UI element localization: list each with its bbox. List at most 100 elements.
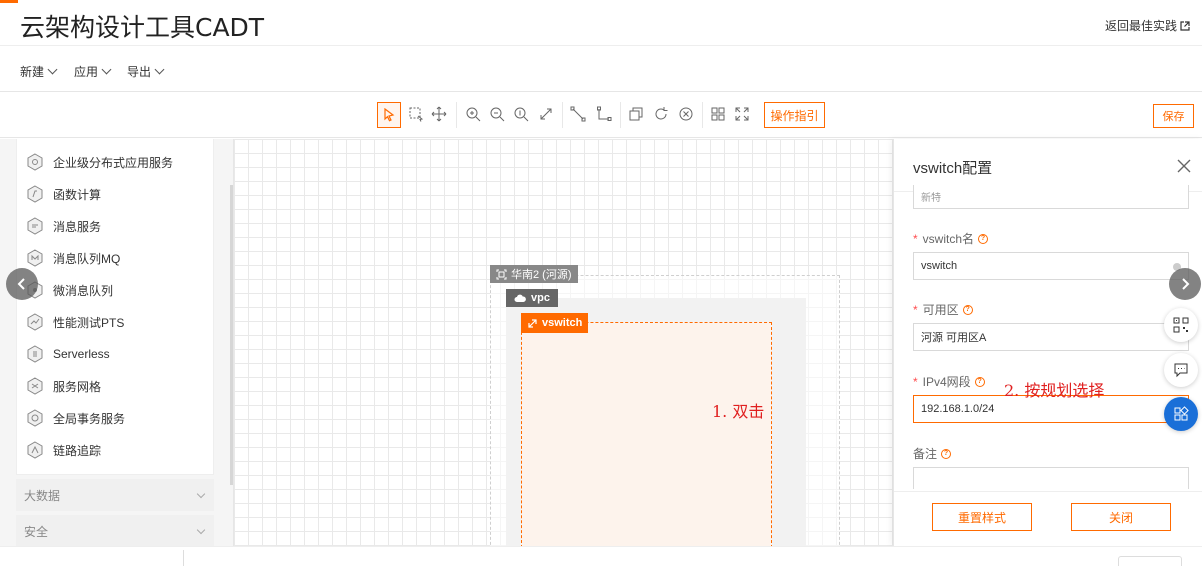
canvas-toolbar (0, 92, 1202, 138)
ipv4-cidr-value: 192.168.1.0/24 (921, 403, 995, 415)
chat-icon (1174, 363, 1188, 378)
sidebar-item-gts[interactable]: 全局事务服务 (25, 403, 125, 433)
vswitch-name-input[interactable]: vswitch (913, 252, 1189, 280)
bottom-divider (183, 550, 184, 566)
zoom-reset-button[interactable] (510, 103, 532, 125)
sidebar-item-serverless[interactable]: Serverless (25, 339, 110, 369)
region-icon (496, 269, 507, 279)
sidebar-item-label: 消息队列MQ (53, 251, 121, 266)
serverless-icon (25, 344, 45, 364)
fit-view-button[interactable] (535, 103, 557, 125)
menu-apply-label: 应用 (74, 65, 99, 79)
sidebar-item-tracing[interactable]: 链路追踪 (25, 435, 101, 465)
sidebar-item-label: 链路追踪 (53, 443, 102, 458)
grid-icon (711, 107, 725, 121)
menu-new[interactable]: 新建 (20, 63, 58, 80)
fullscreen-icon (735, 107, 749, 121)
vswitch-name-label-text: vswitch名 (922, 232, 975, 246)
region-label[interactable]: 华南2 (河源) (490, 265, 578, 283)
panel-close-button[interactable] (1175, 157, 1193, 175)
bottom-action-button[interactable] (1118, 556, 1182, 566)
region-label-text: 华南2 (河源) (511, 269, 572, 281)
help-icon[interactable]: ? (941, 448, 952, 459)
chevron-down-icon (101, 64, 112, 75)
vswitch-container[interactable] (521, 322, 772, 546)
menu-apply[interactable]: 应用 (74, 63, 112, 80)
message-service-icon (25, 216, 45, 236)
copy-button[interactable] (625, 103, 647, 125)
pan-tool-button[interactable] (428, 103, 450, 125)
sidebar-item-label: 全局事务服务 (53, 411, 126, 426)
toolbar-divider (702, 102, 703, 128)
annotation-double-click: 1. 双击 (712, 402, 765, 421)
tracing-icon (25, 440, 45, 460)
vswitch-config-panel: vswitch配置 新特 * vswitch名 ? vswitch * 可用区 ? … (893, 139, 1202, 546)
sidebar-item-message-service[interactable]: 消息服务 (25, 211, 101, 241)
select-tool-button[interactable] (377, 102, 401, 128)
remark-textarea[interactable] (913, 467, 1189, 489)
chevron-down-icon (196, 525, 206, 535)
toolbar-divider (562, 102, 563, 128)
vswitch-label[interactable]: vswitch (521, 313, 589, 333)
zone-label: * 可用区 ? (913, 301, 973, 318)
elbow-connector-icon (597, 106, 612, 121)
vswitch-name-value: vswitch (921, 260, 958, 272)
sidebar-category-bigdata[interactable]: 大数据 (16, 479, 214, 511)
remark-label-text: 备注 (913, 447, 938, 461)
partial-field-value: 新特 (921, 193, 941, 204)
sidebar-item-mq[interactable]: 消息队列MQ (25, 243, 120, 273)
cube-icon (25, 135, 45, 143)
straight-line-button[interactable] (567, 103, 589, 125)
vpc-label[interactable]: vpc (506, 289, 558, 307)
qr-code-button[interactable] (1164, 308, 1198, 342)
qr-code-icon (1173, 317, 1189, 333)
service-mesh-icon (25, 376, 45, 396)
sidebar-category-security[interactable]: 安全 (16, 515, 214, 547)
zone-select[interactable]: 河源 可用区A (913, 323, 1189, 351)
sidebar-item-service-mesh[interactable]: 服务网格 (25, 371, 101, 401)
copy-icon (629, 107, 643, 121)
next-slide-button[interactable] (1169, 268, 1201, 300)
chevron-down-icon (47, 64, 58, 75)
rotate-button[interactable] (650, 103, 672, 125)
fullscreen-button[interactable] (731, 103, 753, 125)
grid-toggle-button[interactable] (707, 103, 729, 125)
menu-new-label: 新建 (20, 65, 45, 79)
component-sidebar: 企业级分布式应用服务 函数计算 消息服务 消息队列MQ 微消息队列 性能测试PT… (0, 139, 234, 547)
help-icon[interactable]: ? (962, 304, 973, 315)
best-practice-link[interactable]: 返回最佳实践 (1105, 17, 1190, 34)
box-select-tool-button[interactable] (405, 103, 427, 125)
partial-select-field[interactable]: 新特 (913, 185, 1189, 209)
operation-guide-button[interactable]: 操作指引 (764, 102, 825, 128)
reset-style-button[interactable]: 重置样式 (932, 503, 1032, 531)
app-header: 云架构设计工具CADT 返回最佳实践 (0, 0, 1202, 46)
feedback-button[interactable] (1164, 353, 1198, 387)
delete-button[interactable] (675, 103, 697, 125)
panel-title: vswitch配置 (913, 160, 993, 177)
sidebar-item-pts[interactable]: 性能测试PTS (25, 307, 124, 337)
close-panel-button[interactable]: 关闭 (1071, 503, 1171, 531)
zoom-fit-icon (514, 107, 529, 122)
function-compute-icon (25, 184, 45, 204)
sidebar-scrollbar[interactable] (230, 185, 233, 485)
chevron-down-icon (154, 64, 165, 75)
toolbar-divider (456, 102, 457, 128)
vpc-label-text: vpc (531, 292, 550, 304)
zoom-in-button[interactable] (462, 103, 484, 125)
help-icon[interactable]: ? (978, 233, 989, 244)
apps-button[interactable] (1164, 397, 1198, 431)
straight-connector-icon (570, 106, 586, 122)
sidebar-item-micro-mq[interactable]: 微消息队列 (25, 275, 113, 305)
sidebar-item-function-compute[interactable]: 函数计算 (25, 179, 101, 209)
sidebar-product-list: 企业级分布式应用服务 函数计算 消息服务 消息队列MQ 微消息队列 性能测试PT… (16, 139, 214, 475)
zoom-out-button[interactable] (486, 103, 508, 125)
menu-export[interactable]: 导出 (127, 63, 165, 80)
sidebar-item-edas[interactable]: 企业级分布式应用服务 (25, 147, 173, 177)
apps-icon (1174, 406, 1189, 421)
previous-slide-button[interactable] (6, 268, 38, 300)
save-button[interactable]: 保存 (1153, 104, 1194, 128)
elbow-line-button[interactable] (593, 103, 615, 125)
bottom-status-bar (0, 546, 1202, 566)
help-icon[interactable]: ? (974, 376, 985, 387)
design-canvas[interactable]: 华南2 (河源) vpc vswitch 1. 双击 (234, 139, 894, 546)
